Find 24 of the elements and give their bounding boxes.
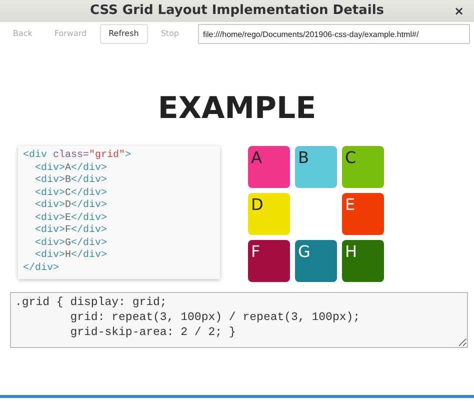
code-line: <div>D</div> xyxy=(34,200,108,212)
grid-item-tile: E xyxy=(342,193,384,235)
code-line: </div> xyxy=(23,262,60,275)
address-field[interactable]: file:///home/rego/Documents/201906-css-day/example.html#/ xyxy=(198,24,470,44)
toolbar-button[interactable]: Refresh xyxy=(100,24,148,44)
code-line: <div>E</div> xyxy=(34,212,108,224)
grid-item-tile: G xyxy=(295,240,337,282)
code-line: <div>G</div> xyxy=(34,238,108,250)
grid-item-tile: H xyxy=(342,240,384,282)
grid-item-tile: A xyxy=(248,146,290,188)
code-editor-field[interactable]: .grid { display: grid; grid: repeat(3, 100px) / repeat(3, 100px); grid-skip-area: 2 / 2; } xyxy=(10,292,468,348)
grid-item-tile: F xyxy=(248,240,290,282)
page-heading: EXAMPLE xyxy=(158,92,316,126)
code-line: <div class="grid"> xyxy=(23,150,132,162)
code-line: <div>H</div> xyxy=(34,250,108,262)
grid-item-tile: D xyxy=(248,193,290,235)
code-line: <div>A</div> xyxy=(34,162,108,174)
close-button[interactable]: × xyxy=(454,3,464,19)
code-line: <div>C</div> xyxy=(34,188,108,200)
grid-item-tile: B xyxy=(295,146,337,188)
grid-item-tile: C xyxy=(342,146,384,188)
code-line: <div>B</div> xyxy=(34,175,108,188)
window-title: CSS Grid Layout Implementation Details xyxy=(90,2,384,20)
code-line: <div>F</div> xyxy=(34,225,108,238)
